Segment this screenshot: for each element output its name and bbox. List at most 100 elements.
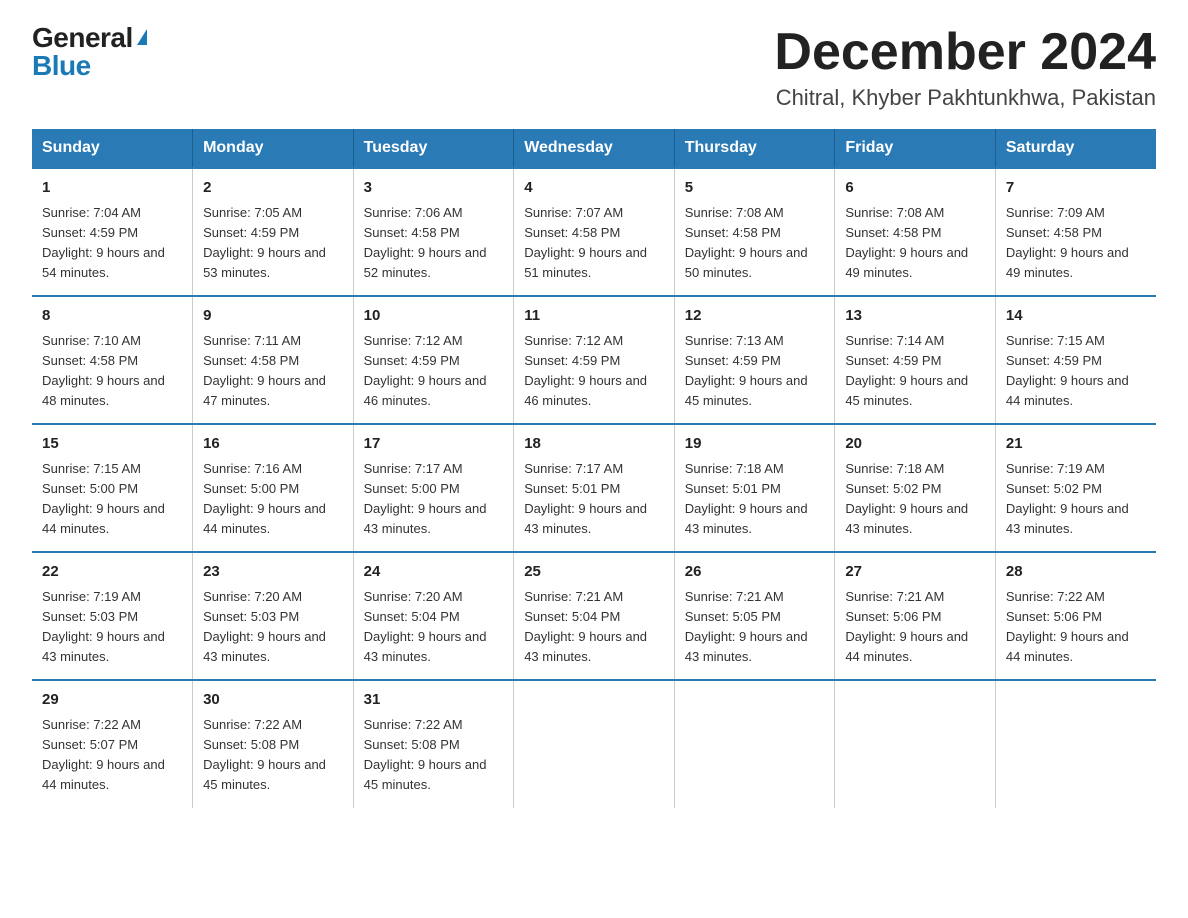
title-block: December 2024 Chitral, Khyber Pakhtunkhw… [774,24,1156,111]
logo-general: General [32,24,133,52]
day-info: Sunrise: 7:09 AMSunset: 4:58 PMDaylight:… [1006,205,1129,280]
day-number: 9 [203,305,343,328]
day-number: 2 [203,177,343,200]
col-sunday: Sunday [32,129,193,168]
calendar-cell: 5 Sunrise: 7:08 AMSunset: 4:58 PMDayligh… [674,168,835,296]
day-info: Sunrise: 7:15 AMSunset: 4:59 PMDaylight:… [1006,333,1129,408]
logo-triangle-icon [137,29,147,45]
calendar-cell: 4 Sunrise: 7:07 AMSunset: 4:58 PMDayligh… [514,168,675,296]
calendar-cell [995,680,1156,807]
day-info: Sunrise: 7:18 AMSunset: 5:01 PMDaylight:… [685,461,808,536]
calendar-cell: 11 Sunrise: 7:12 AMSunset: 4:59 PMDaylig… [514,296,675,424]
calendar-cell: 30 Sunrise: 7:22 AMSunset: 5:08 PMDaylig… [193,680,354,807]
calendar-cell: 21 Sunrise: 7:19 AMSunset: 5:02 PMDaylig… [995,424,1156,552]
col-tuesday: Tuesday [353,129,514,168]
calendar-cell: 27 Sunrise: 7:21 AMSunset: 5:06 PMDaylig… [835,552,996,680]
day-number: 30 [203,689,343,712]
calendar-cell [674,680,835,807]
day-number: 11 [524,305,664,328]
calendar-week-row: 15 Sunrise: 7:15 AMSunset: 5:00 PMDaylig… [32,424,1156,552]
calendar-table: Sunday Monday Tuesday Wednesday Thursday… [32,129,1156,807]
col-thursday: Thursday [674,129,835,168]
calendar-week-row: 22 Sunrise: 7:19 AMSunset: 5:03 PMDaylig… [32,552,1156,680]
day-info: Sunrise: 7:19 AMSunset: 5:03 PMDaylight:… [42,589,165,664]
day-info: Sunrise: 7:22 AMSunset: 5:06 PMDaylight:… [1006,589,1129,664]
calendar-cell: 3 Sunrise: 7:06 AMSunset: 4:58 PMDayligh… [353,168,514,296]
calendar-week-row: 8 Sunrise: 7:10 AMSunset: 4:58 PMDayligh… [32,296,1156,424]
col-wednesday: Wednesday [514,129,675,168]
day-number: 20 [845,433,985,456]
calendar-cell: 1 Sunrise: 7:04 AMSunset: 4:59 PMDayligh… [32,168,193,296]
day-number: 14 [1006,305,1146,328]
calendar-cell: 12 Sunrise: 7:13 AMSunset: 4:59 PMDaylig… [674,296,835,424]
col-monday: Monday [193,129,354,168]
calendar-cell: 9 Sunrise: 7:11 AMSunset: 4:58 PMDayligh… [193,296,354,424]
day-info: Sunrise: 7:12 AMSunset: 4:59 PMDaylight:… [524,333,647,408]
day-info: Sunrise: 7:21 AMSunset: 5:04 PMDaylight:… [524,589,647,664]
day-number: 26 [685,561,825,584]
day-number: 8 [42,305,182,328]
day-info: Sunrise: 7:22 AMSunset: 5:08 PMDaylight:… [364,717,487,792]
day-info: Sunrise: 7:19 AMSunset: 5:02 PMDaylight:… [1006,461,1129,536]
calendar-cell: 25 Sunrise: 7:21 AMSunset: 5:04 PMDaylig… [514,552,675,680]
day-info: Sunrise: 7:21 AMSunset: 5:05 PMDaylight:… [685,589,808,664]
day-number: 24 [364,561,504,584]
col-saturday: Saturday [995,129,1156,168]
calendar-cell [835,680,996,807]
calendar-cell: 26 Sunrise: 7:21 AMSunset: 5:05 PMDaylig… [674,552,835,680]
day-number: 10 [364,305,504,328]
calendar-cell: 8 Sunrise: 7:10 AMSunset: 4:58 PMDayligh… [32,296,193,424]
day-info: Sunrise: 7:11 AMSunset: 4:58 PMDaylight:… [203,333,326,408]
day-info: Sunrise: 7:12 AMSunset: 4:59 PMDaylight:… [364,333,487,408]
day-info: Sunrise: 7:07 AMSunset: 4:58 PMDaylight:… [524,205,647,280]
day-number: 7 [1006,177,1146,200]
month-year-title: December 2024 [774,24,1156,81]
day-number: 27 [845,561,985,584]
col-friday: Friday [835,129,996,168]
day-info: Sunrise: 7:08 AMSunset: 4:58 PMDaylight:… [845,205,968,280]
header-row: Sunday Monday Tuesday Wednesday Thursday… [32,129,1156,168]
day-info: Sunrise: 7:17 AMSunset: 5:00 PMDaylight:… [364,461,487,536]
calendar-cell: 15 Sunrise: 7:15 AMSunset: 5:00 PMDaylig… [32,424,193,552]
calendar-cell: 29 Sunrise: 7:22 AMSunset: 5:07 PMDaylig… [32,680,193,807]
calendar-cell: 22 Sunrise: 7:19 AMSunset: 5:03 PMDaylig… [32,552,193,680]
calendar-cell: 13 Sunrise: 7:14 AMSunset: 4:59 PMDaylig… [835,296,996,424]
calendar-cell: 17 Sunrise: 7:17 AMSunset: 5:00 PMDaylig… [353,424,514,552]
day-info: Sunrise: 7:17 AMSunset: 5:01 PMDaylight:… [524,461,647,536]
logo: General Blue [32,24,147,80]
calendar-cell: 19 Sunrise: 7:18 AMSunset: 5:01 PMDaylig… [674,424,835,552]
day-info: Sunrise: 7:08 AMSunset: 4:58 PMDaylight:… [685,205,808,280]
day-number: 12 [685,305,825,328]
calendar-cell: 16 Sunrise: 7:16 AMSunset: 5:00 PMDaylig… [193,424,354,552]
day-info: Sunrise: 7:21 AMSunset: 5:06 PMDaylight:… [845,589,968,664]
day-info: Sunrise: 7:06 AMSunset: 4:58 PMDaylight:… [364,205,487,280]
location-subtitle: Chitral, Khyber Pakhtunkhwa, Pakistan [774,85,1156,111]
calendar-cell: 14 Sunrise: 7:15 AMSunset: 4:59 PMDaylig… [995,296,1156,424]
day-number: 13 [845,305,985,328]
day-number: 21 [1006,433,1146,456]
day-number: 17 [364,433,504,456]
calendar-cell: 6 Sunrise: 7:08 AMSunset: 4:58 PMDayligh… [835,168,996,296]
calendar-week-row: 1 Sunrise: 7:04 AMSunset: 4:59 PMDayligh… [32,168,1156,296]
day-number: 18 [524,433,664,456]
day-number: 28 [1006,561,1146,584]
calendar-cell: 31 Sunrise: 7:22 AMSunset: 5:08 PMDaylig… [353,680,514,807]
calendar-cell: 7 Sunrise: 7:09 AMSunset: 4:58 PMDayligh… [995,168,1156,296]
day-info: Sunrise: 7:16 AMSunset: 5:00 PMDaylight:… [203,461,326,536]
day-number: 4 [524,177,664,200]
calendar-body: 1 Sunrise: 7:04 AMSunset: 4:59 PMDayligh… [32,168,1156,807]
day-info: Sunrise: 7:10 AMSunset: 4:58 PMDaylight:… [42,333,165,408]
day-info: Sunrise: 7:20 AMSunset: 5:04 PMDaylight:… [364,589,487,664]
day-info: Sunrise: 7:05 AMSunset: 4:59 PMDaylight:… [203,205,326,280]
day-number: 6 [845,177,985,200]
day-number: 19 [685,433,825,456]
day-info: Sunrise: 7:15 AMSunset: 5:00 PMDaylight:… [42,461,165,536]
day-number: 22 [42,561,182,584]
calendar-cell [514,680,675,807]
calendar-cell: 24 Sunrise: 7:20 AMSunset: 5:04 PMDaylig… [353,552,514,680]
calendar-cell: 23 Sunrise: 7:20 AMSunset: 5:03 PMDaylig… [193,552,354,680]
day-number: 3 [364,177,504,200]
calendar-cell: 20 Sunrise: 7:18 AMSunset: 5:02 PMDaylig… [835,424,996,552]
day-number: 31 [364,689,504,712]
logo-blue: Blue [32,52,91,80]
